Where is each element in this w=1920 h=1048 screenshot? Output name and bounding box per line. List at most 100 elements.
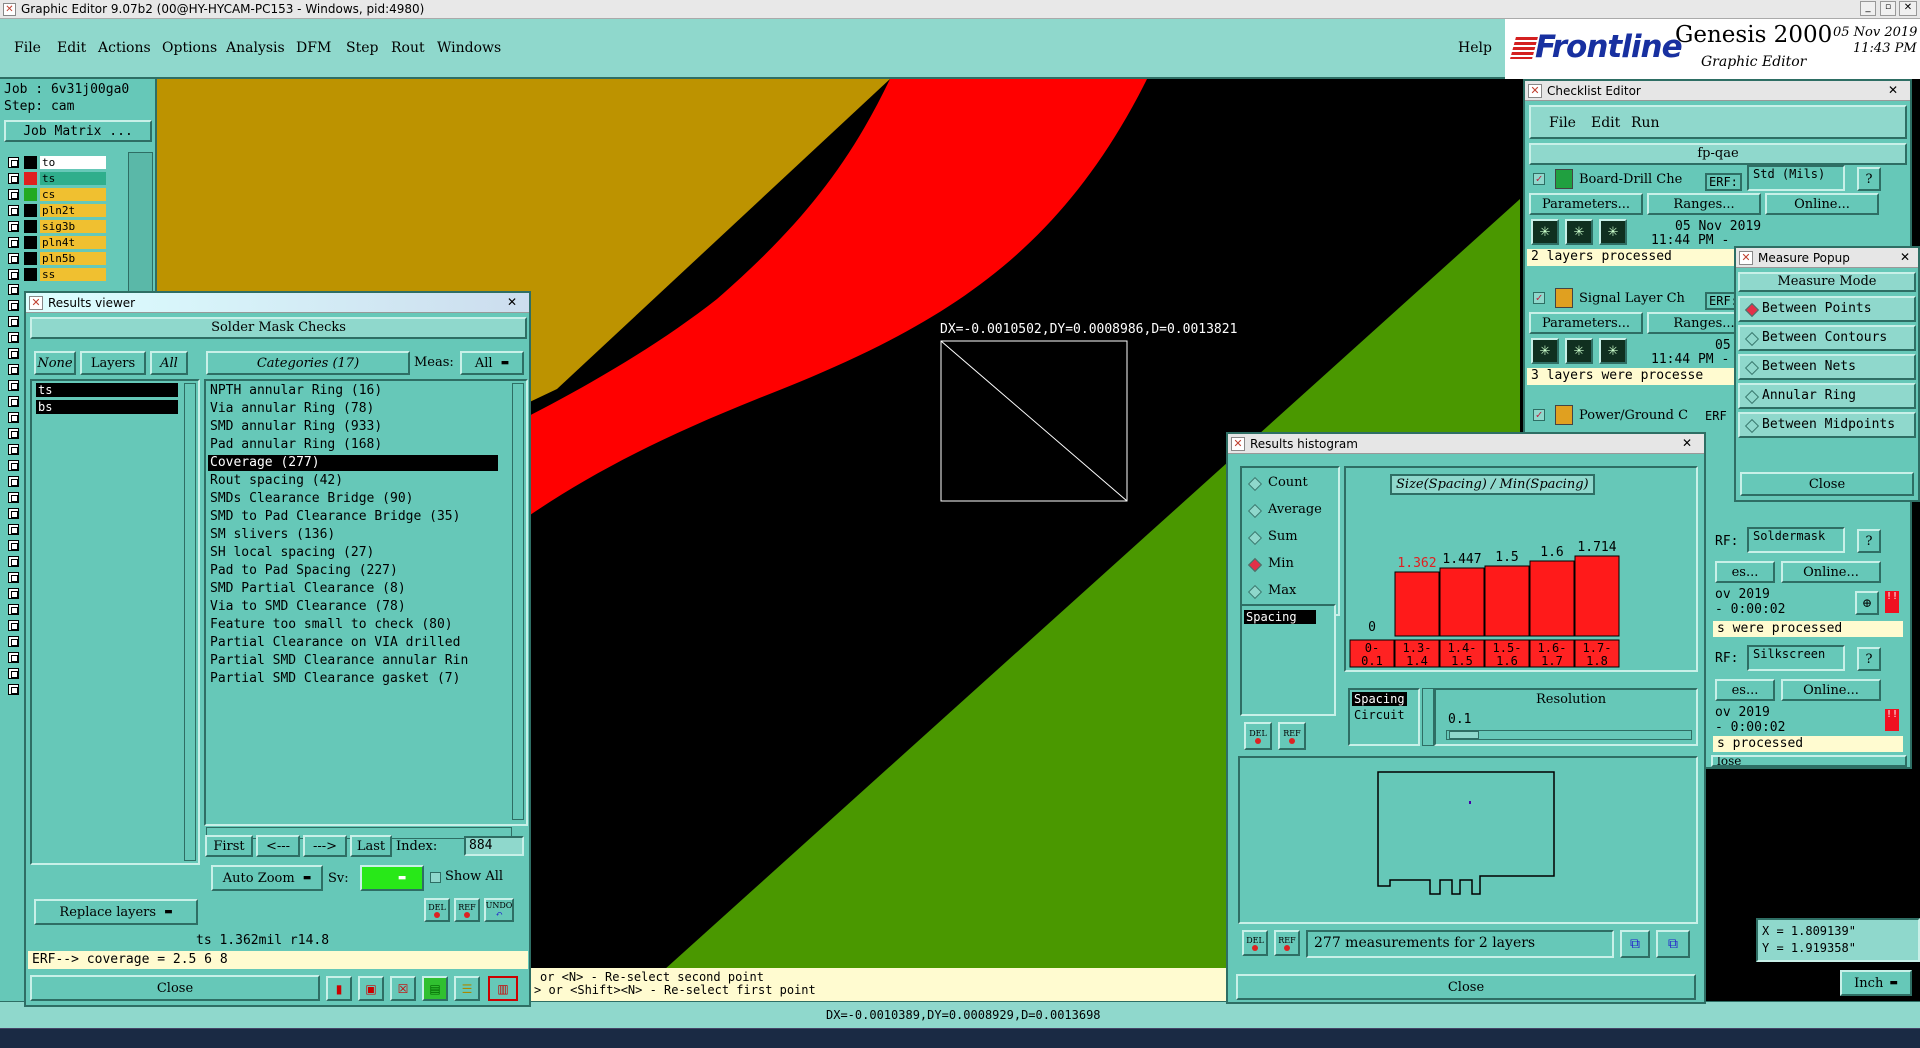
category-item[interactable]: Partial SMD Clearance gasket (7) [208,671,498,687]
category-item[interactable]: Via to SMD Clearance (78) [208,599,498,615]
maximize-icon[interactable]: ▫ [1880,1,1896,16]
board-ref-button[interactable]: REF [1274,930,1300,956]
parameters-button[interactable]: Parameters... [1529,312,1643,334]
last-button[interactable]: Last [350,835,392,857]
layer-checkbox[interactable] [8,221,19,232]
undo-button[interactable]: UNDO ↶ [484,898,514,922]
layer-row[interactable]: ss [8,268,126,281]
board-del-button[interactable]: DEL [1242,930,1268,956]
layer-checkbox[interactable] [8,684,19,695]
all-button[interactable]: All [150,351,188,375]
index-input[interactable]: 884 [464,836,524,856]
layer-name[interactable]: ss [40,268,106,281]
layer-checkbox[interactable] [8,396,19,407]
menu-dfm[interactable]: DFM [296,19,331,77]
histogram-bar[interactable] [1529,560,1575,637]
layer-checkbox[interactable] [8,572,19,583]
menu-actions[interactable]: Actions [98,19,151,77]
window-zoom-icon[interactable]: ⧉ [1656,930,1690,958]
prev-button[interactable]: <--- [256,835,300,857]
layer-checkbox[interactable] [8,253,19,264]
close-icon[interactable]: ✕ [1676,436,1698,451]
close-icon[interactable]: ✕ [501,295,523,310]
categories-scrollbar[interactable] [512,383,524,820]
categories-list[interactable]: NPTH annular Ring (16) Via annular Ring (… [204,379,528,826]
layer-checkbox[interactable] [8,556,19,567]
replace-layers-select[interactable]: Replace layers ▬ [34,899,198,925]
hist-del-button[interactable]: DEL [1244,722,1272,750]
check-item-name[interactable]: Power/Ground C [1579,408,1688,423]
close-button[interactable]: Close [30,975,320,1001]
resolution-list[interactable]: Spacing Circuit [1348,688,1420,746]
menu-windows[interactable]: Windows [437,19,501,77]
tool-icon-1[interactable]: ▮ [326,976,352,1001]
ranges-button[interactable]: Ranges... [1647,193,1761,215]
layer-checkbox[interactable] [8,284,19,295]
check-item-checkbox[interactable]: ✓ [1533,292,1545,304]
layer-row[interactable]: pln2t [8,204,126,217]
close-icon[interactable]: ✕ [1882,83,1904,98]
layer-checkbox[interactable] [8,492,19,503]
layer-checkbox[interactable] [8,508,19,519]
layer-checkbox[interactable] [8,205,19,216]
run-icon[interactable]: ✳ [1531,338,1559,364]
layer-name[interactable]: cs [40,188,106,201]
layer-checkbox[interactable] [8,157,19,168]
row4-ranges-button[interactable]: es... [1715,561,1775,583]
check-item-checkbox[interactable]: ✓ [1533,409,1545,421]
layer-row[interactable]: pln4t [8,236,126,249]
row4-zoom-icon[interactable]: ⊕ [1855,591,1879,615]
layer-name[interactable]: pln4t [40,236,106,249]
layer-row[interactable]: to [8,156,126,169]
tool-icon-3[interactable]: ☒ [390,976,416,1001]
run-icon[interactable]: ✳ [1599,219,1627,245]
histogram-list-item[interactable]: Spacing [1244,610,1316,624]
measure-close-button[interactable]: Close [1740,472,1914,496]
tool-icon-2[interactable]: ▣ [358,976,384,1001]
layer-swatch[interactable] [24,204,37,217]
layer-checkbox[interactable] [8,428,19,439]
category-item[interactable]: SMD Partial Clearance (8) [208,581,498,597]
check-item-checkbox[interactable]: ✓ [1533,173,1545,185]
res-item-circuit[interactable]: Circuit [1352,708,1407,722]
measure-mode-option[interactable]: Between Points [1738,296,1916,322]
layer-checkbox[interactable] [8,364,19,375]
window-fit-icon[interactable]: ⧉ [1620,930,1650,958]
layer-name[interactable]: to [40,156,106,169]
show-all-checkbox[interactable] [430,872,441,883]
layer-checkbox[interactable] [8,636,19,647]
resolution-scrollbar[interactable] [1422,688,1434,746]
layer-checkbox[interactable] [8,173,19,184]
category-item[interactable]: SH local spacing (27) [208,545,498,561]
category-item[interactable]: NPTH annular Ring (16) [208,383,498,399]
histogram-chart[interactable]: 00-0.11.3621.3-1.41.4471.4-1.51.51.5-1.6… [1346,468,1696,670]
category-item[interactable]: Partial SMD Clearance annular Rin [208,653,498,669]
histogram-bar[interactable] [1394,571,1440,637]
layer-checkbox[interactable] [8,380,19,391]
category-item[interactable]: Pad annular Ring (168) [208,437,498,453]
run-icon[interactable]: ✳ [1531,219,1559,245]
layer-swatch[interactable] [24,252,37,265]
layer-swatch[interactable] [24,220,37,233]
units-select[interactable]: Inch ▬ [1840,970,1912,996]
menu-file[interactable]: File [14,19,41,77]
histogram-option[interactable]: Count [1246,474,1336,494]
layer-row[interactable]: cs [8,188,126,201]
hist-ref-button[interactable]: REF [1278,722,1306,750]
job-matrix-button[interactable]: Job Matrix ... [4,120,152,142]
run-icon[interactable]: ✳ [1599,338,1627,364]
result-layer-ts[interactable]: ts [36,383,178,397]
layer-checkbox[interactable] [8,476,19,487]
category-item[interactable]: Rout spacing (42) [208,473,498,489]
layer-name[interactable]: pln2t [40,204,106,217]
check-item-name[interactable]: Signal Layer Ch [1579,291,1685,306]
result-layer-bs[interactable]: bs [36,400,178,414]
results-layer-list[interactable]: ts bs [30,379,200,865]
layer-checkbox[interactable] [8,652,19,663]
layer-checkbox[interactable] [8,348,19,359]
row5-help-button[interactable]: ? [1857,647,1881,671]
resolution-slider[interactable] [1446,730,1692,740]
checklist-menu-run[interactable]: Run [1631,115,1660,131]
layers-button[interactable]: Layers [80,351,146,375]
category-item[interactable]: SMD annular Ring (933) [208,419,498,435]
